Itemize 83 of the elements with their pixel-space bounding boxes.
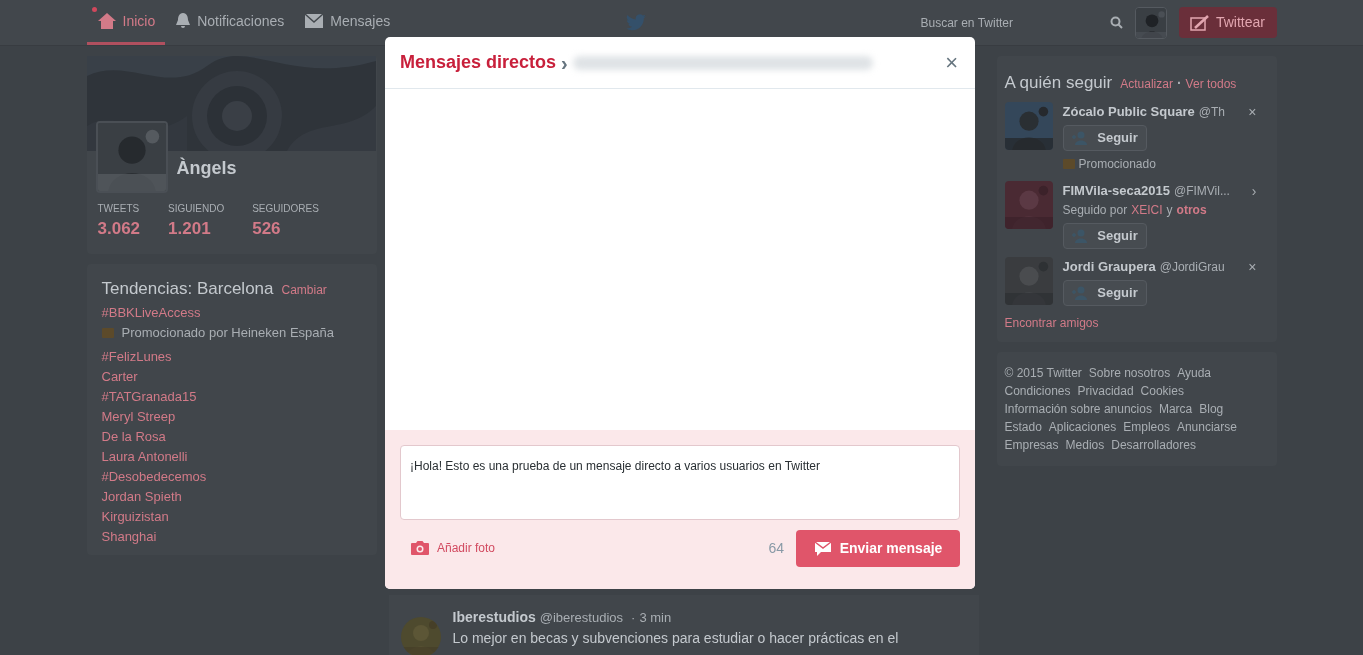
footer-link[interactable]: Empleos xyxy=(1123,418,1170,436)
profile-stat[interactable]: TWEETS 3.062 xyxy=(97,201,141,242)
trends-title: Tendencias: Barcelona xyxy=(101,277,274,300)
view-all-link[interactable]: Ver todos xyxy=(1185,75,1237,93)
dialog-title: Mensajes directos xyxy=(400,51,557,74)
profile-stat[interactable]: SEGUIDORES 526 xyxy=(252,201,319,242)
send-message-button[interactable]: Enviar mensaje xyxy=(796,529,960,567)
separator-dot: · xyxy=(1176,74,1182,93)
conjunction-text: y xyxy=(1166,201,1173,219)
footer-link[interactable]: © 2015 Twitter xyxy=(1004,364,1082,382)
footer-link[interactable]: Desarrolladores xyxy=(1111,436,1196,454)
footer-link[interactable]: Empresas xyxy=(1004,436,1059,454)
trend-link[interactable]: #BBKLiveAccess xyxy=(101,303,362,323)
change-link[interactable]: Cambiar xyxy=(281,280,327,299)
trend-link[interactable]: Meryl Streep xyxy=(101,406,362,427)
message-input[interactable]: ¡Hola! Esto es una prueba de un mensaje directo a varios usuarios en Twitter xyxy=(400,445,960,520)
trend-link[interactable]: Laura Antonelli xyxy=(101,446,362,467)
footer-link[interactable]: Ayuda xyxy=(1177,364,1212,382)
tweet-button[interactable]: Twittear xyxy=(1178,7,1277,38)
follow-button[interactable]: Seguir xyxy=(1062,125,1147,151)
nav-tab[interactable]: Notificaciones xyxy=(165,0,295,45)
user-name[interactable]: Zócalo Public Square xyxy=(1062,101,1195,121)
trend-link[interactable]: De la Rosa xyxy=(101,426,362,447)
profile-stat[interactable]: SIGUIENDO 1.201 xyxy=(168,201,225,242)
footer-link[interactable]: Privacidad xyxy=(1077,382,1134,400)
compose-icon xyxy=(1190,14,1210,31)
footer-link[interactable]: Medios xyxy=(1065,436,1105,454)
footer-link[interactable]: Estado xyxy=(1004,418,1042,436)
who-to-follow-title: A quién seguir xyxy=(1004,72,1113,94)
trend-link[interactable]: Kirguizistan xyxy=(101,506,362,527)
promoted-label: Promocionado xyxy=(1078,156,1156,173)
trend-link[interactable]: #Desobedecemos xyxy=(101,466,362,487)
footer-link[interactable]: Información sobre anuncios xyxy=(1004,400,1152,418)
dismiss-button[interactable]: × xyxy=(1248,101,1257,123)
camera-icon xyxy=(410,540,430,556)
trend-link[interactable]: Shanghai xyxy=(101,526,362,547)
promoted-label: Promocionado por Heineken España xyxy=(121,324,334,342)
nav-tab[interactable]: Mensajes xyxy=(294,0,401,45)
followed-by-text: Seguido por xyxy=(1062,201,1128,219)
footer-link[interactable]: Sobre nosotros xyxy=(1088,364,1171,382)
footer-link[interactable]: Cookies xyxy=(1140,382,1184,400)
tweet-time[interactable]: 3 min xyxy=(639,608,672,628)
dismiss-button[interactable]: › xyxy=(1251,181,1257,202)
find-friends-link[interactable]: Encontrar amigos xyxy=(1004,314,1269,332)
user-handle[interactable]: @JordiGrau xyxy=(1159,257,1225,276)
separator-dot: · xyxy=(631,609,636,627)
footer-link[interactable]: Marca xyxy=(1158,400,1193,418)
footer-link[interactable]: Blog xyxy=(1199,400,1224,418)
bird-logo-icon xyxy=(625,13,648,32)
footer-link[interactable]: Anunciarse xyxy=(1176,418,1237,436)
follower-link[interactable]: XEICI xyxy=(1131,200,1163,219)
trend-link[interactable]: Jordan Spieth xyxy=(101,486,362,507)
envelope-icon xyxy=(304,13,325,29)
add-photo-button[interactable]: Añadir foto xyxy=(400,529,506,567)
promoted-icon xyxy=(101,327,114,338)
footer-link[interactable]: Aplicaciones xyxy=(1048,418,1117,436)
footer-link[interactable]: Condiciones xyxy=(1004,382,1071,400)
profile-name[interactable]: Àngels xyxy=(176,155,237,182)
user-name[interactable]: Jordi Graupera xyxy=(1062,256,1156,276)
refresh-link[interactable]: Actualizar xyxy=(1120,75,1173,93)
nav-tab[interactable]: Inicio xyxy=(86,0,166,45)
bell-icon xyxy=(175,12,192,30)
user-handle[interactable]: @Th xyxy=(1198,102,1225,121)
tweet-author[interactable]: Iberestudios xyxy=(452,607,536,628)
follow-button[interactable]: Seguir xyxy=(1062,222,1147,249)
search-icon xyxy=(1109,16,1123,29)
user-handle[interactable]: @FIMVil... xyxy=(1173,182,1230,200)
character-counter: 64 xyxy=(768,538,784,558)
close-button[interactable]: × xyxy=(945,51,960,74)
promoted-icon xyxy=(1062,159,1075,169)
tweet-handle[interactable]: @iberestudios xyxy=(539,608,624,628)
envelope-icon xyxy=(813,540,832,556)
dismiss-button[interactable]: × xyxy=(1248,256,1257,278)
tweet-text: Lo mejor en becas y subvenciones para estudiar o hacer prácticas en el xyxy=(452,629,899,648)
trend-link[interactable]: #FelizLunes xyxy=(101,346,362,367)
trend-link[interactable]: #TATGranada15 xyxy=(101,386,362,407)
home-icon xyxy=(96,12,117,30)
follow-button[interactable]: Seguir xyxy=(1062,280,1147,306)
user-name[interactable]: FIMVila-seca2015 xyxy=(1062,181,1170,201)
others-link[interactable]: otros xyxy=(1176,200,1207,219)
breadcrumb-chevron: › xyxy=(561,50,568,76)
trend-link[interactable]: Carter xyxy=(101,366,362,387)
search-field[interactable]: Buscar en Twitter xyxy=(912,8,1093,37)
